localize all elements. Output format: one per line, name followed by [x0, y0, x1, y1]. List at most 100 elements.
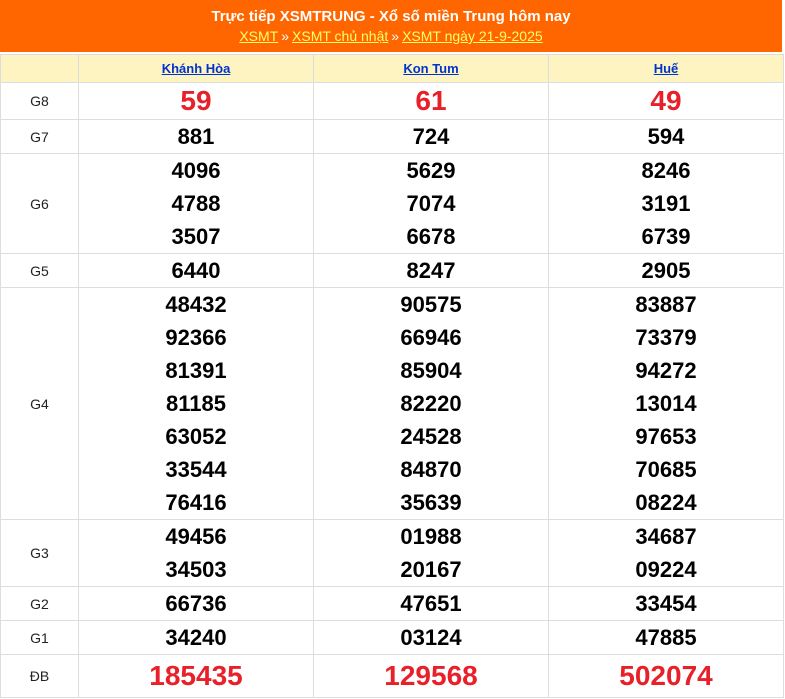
lottery-number: 34240: [165, 625, 227, 650]
lottery-number: 3507: [171, 224, 221, 249]
lottery-number: 8247: [406, 258, 456, 283]
lottery-number: 03124: [400, 625, 462, 650]
lottery-number: 90575: [400, 292, 462, 317]
result-cell: 724: [313, 119, 549, 154]
prize-row-g5: G5 6440 8247 2905: [0, 253, 784, 288]
prize-row-g8: G8 59 61 49: [0, 82, 784, 120]
prize-row-g1: G1 34240 03124 47885: [0, 620, 784, 655]
lottery-number: 94272: [635, 358, 697, 383]
result-cell: 8246 3191 6739: [548, 153, 784, 254]
province-header-hue: Huế: [548, 54, 784, 83]
result-cell: 49456 34503: [78, 519, 314, 587]
page-title: Trực tiếp XSMTRUNG - Xổ số miền Trung hô…: [211, 8, 571, 25]
lottery-number: 81391: [165, 358, 227, 383]
lottery-number: 82220: [400, 391, 462, 416]
lottery-number: 34687: [635, 524, 697, 549]
lottery-number: 61: [415, 85, 447, 116]
result-cell: 49: [548, 82, 784, 120]
result-cell: 59: [78, 82, 314, 120]
province-header-row: Khánh Hòa Kon Tum Huế: [0, 54, 784, 83]
breadcrumb-separator: »: [281, 28, 290, 44]
lottery-number: 6739: [641, 224, 691, 249]
prize-label: G1: [0, 620, 79, 655]
lottery-number: 502074: [619, 660, 713, 691]
province-link-kon-tum[interactable]: Kon Tum: [403, 61, 458, 76]
lottery-number: 594: [647, 124, 685, 149]
breadcrumb-xsmt[interactable]: XSMT: [239, 28, 278, 44]
prize-label: G7: [0, 119, 79, 154]
lottery-number: 13014: [635, 391, 697, 416]
prize-label: ĐB: [0, 654, 79, 698]
province-link-hue[interactable]: Huế: [654, 61, 679, 76]
province-header-khanh-hoa: Khánh Hòa: [78, 54, 314, 83]
lottery-number: 8246: [641, 158, 691, 183]
page-header: Trực tiếp XSMTRUNG - Xổ số miền Trung hô…: [0, 0, 782, 52]
results-page: Trực tiếp XSMTRUNG - Xổ số miền Trung hô…: [0, 0, 785, 699]
result-cell: 6440: [78, 253, 314, 288]
lottery-number: 92366: [165, 325, 227, 350]
breadcrumb-xsmt-chu-nhat[interactable]: XSMT chủ nhật: [292, 28, 388, 44]
prize-row-g2: G2 66736 47651 33454: [0, 586, 784, 621]
prize-label: G4: [0, 287, 79, 520]
lottery-number: 66946: [400, 325, 462, 350]
prize-label: G8: [0, 82, 79, 120]
prize-row-g6: G6 4096 4788 3507 5629 7074 6678 8246 3191 6739: [0, 153, 784, 254]
result-cell: 8247: [313, 253, 549, 288]
result-cell: 2905: [548, 253, 784, 288]
lottery-number: 20167: [400, 557, 462, 582]
lottery-number: 34503: [165, 557, 227, 582]
breadcrumb-separator: »: [391, 28, 400, 44]
lottery-number: 47885: [635, 625, 697, 650]
lottery-number: 33544: [165, 457, 227, 482]
result-cell: 01988 20167: [313, 519, 549, 587]
lottery-number: 08224: [635, 490, 697, 515]
result-cell: 594: [548, 119, 784, 154]
result-cell: 03124: [313, 620, 549, 655]
lottery-number: 4096: [171, 158, 221, 183]
lottery-number: 881: [177, 124, 215, 149]
prize-column-header: [0, 54, 79, 83]
result-cell: 33454: [548, 586, 784, 621]
lottery-number: 33454: [635, 591, 697, 616]
result-cell: 881: [78, 119, 314, 154]
lottery-number: 24528: [400, 424, 462, 449]
lottery-number: 185435: [149, 660, 243, 691]
lottery-number: 4788: [171, 191, 221, 216]
prize-row-g7: G7 881 724 594: [0, 119, 784, 154]
lottery-number: 59: [180, 85, 212, 116]
result-cell: 61: [313, 82, 549, 120]
result-cell: 34687 09224: [548, 519, 784, 587]
breadcrumb-xsmt-date[interactable]: XSMT ngày 21-9-2025: [402, 28, 543, 44]
lottery-number: 81185: [166, 391, 226, 416]
province-link-khanh-hoa[interactable]: Khánh Hòa: [162, 61, 231, 76]
lottery-number: 01988: [400, 524, 462, 549]
result-cell: 5629 7074 6678: [313, 153, 549, 254]
lottery-number: 5629: [406, 158, 456, 183]
result-cell: 4096 4788 3507: [78, 153, 314, 254]
result-cell: 185435: [78, 654, 314, 698]
prize-label: G6: [0, 153, 79, 254]
lottery-number: 48432: [165, 292, 227, 317]
lottery-number: 724: [412, 124, 450, 149]
result-cell: 34240: [78, 620, 314, 655]
lottery-number: 47651: [400, 591, 462, 616]
lottery-number: 70685: [635, 457, 697, 482]
lottery-number: 85904: [400, 358, 462, 383]
lottery-number: 83887: [635, 292, 697, 317]
lottery-number: 97653: [635, 424, 697, 449]
lottery-number: 63052: [165, 424, 227, 449]
lottery-number: 35639: [400, 490, 462, 515]
lottery-number: 49: [650, 85, 682, 116]
result-cell: 83887 73379 94272 13014 97653 70685 08224: [548, 287, 784, 520]
lottery-number: 6678: [406, 224, 456, 249]
lottery-number: 49456: [165, 524, 227, 549]
prize-row-g4: G4 48432 92366 81391 81185 63052 33544 76416 905…: [0, 287, 784, 520]
results-body: G8 59 61 49 G7 881 724 594 G6 4096 4788 3507 5629 707…: [0, 82, 784, 698]
result-cell: 502074: [548, 654, 784, 698]
prize-label: G2: [0, 586, 79, 621]
result-cell: 90575 66946 85904 82220 24528 84870 35639: [313, 287, 549, 520]
lottery-number: 76416: [165, 490, 227, 515]
breadcrumb: XSMT» XSMT chủ nhật» XSMT ngày 21-9-2025: [0, 29, 782, 43]
province-header-kon-tum: Kon Tum: [313, 54, 549, 83]
result-cell: 48432 92366 81391 81185 63052 33544 76416: [78, 287, 314, 520]
